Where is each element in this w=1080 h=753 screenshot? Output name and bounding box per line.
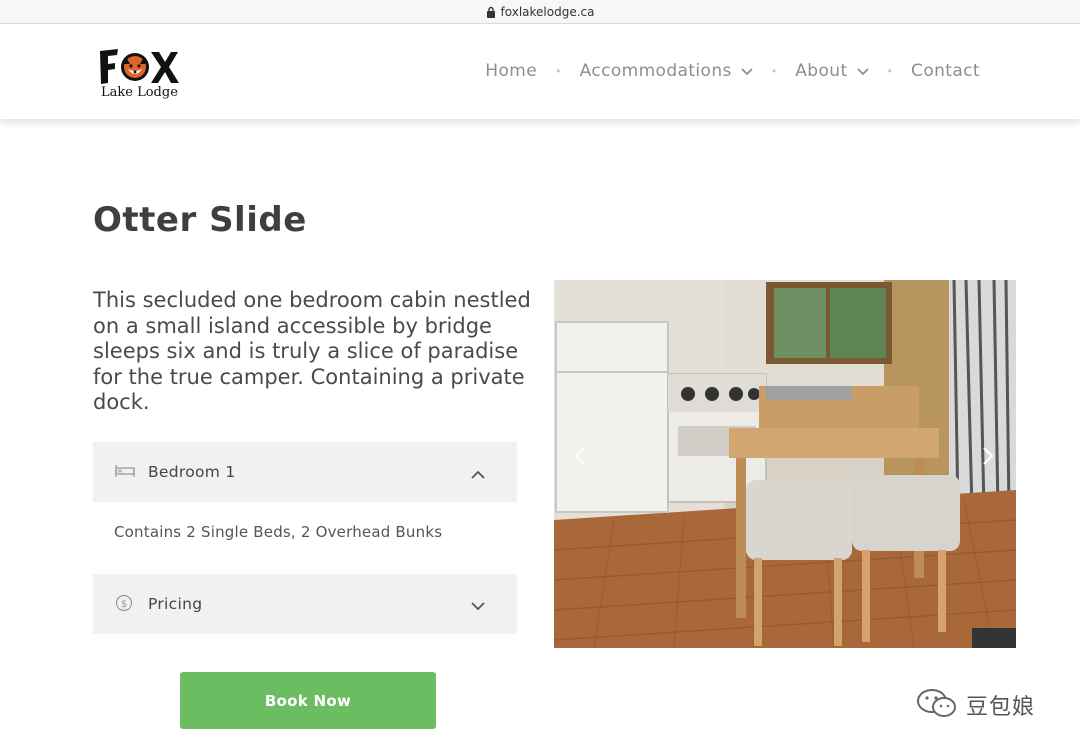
- browser-url-text: foxlakelodge.ca: [500, 4, 595, 19]
- nav-separator: •: [770, 64, 778, 78]
- cabin-description: This secluded one bedroom cabin nestled …: [93, 288, 531, 414]
- wechat-icon: [916, 688, 958, 722]
- nav-about[interactable]: About: [795, 61, 869, 81]
- site-header: Lake Lodge Home • Accommodations • About…: [0, 25, 1080, 119]
- book-now-button[interactable]: Book Now: [180, 672, 436, 729]
- watermark: 豆包娘: [916, 688, 1035, 722]
- nav-separator: •: [886, 64, 894, 78]
- chevron-up-icon: [471, 464, 485, 483]
- accordion-bedroom-content: Contains 2 Single Beds, 2 Overhead Bunks: [114, 523, 443, 541]
- cabin-kitchen-photo: [554, 280, 1016, 648]
- nav-contact[interactable]: Contact: [911, 61, 980, 81]
- site-logo[interactable]: Lake Lodge: [96, 45, 186, 107]
- chevron-down-icon: [741, 61, 753, 81]
- accordion-pricing-label: Pricing: [148, 595, 203, 613]
- chevron-right-icon[interactable]: [982, 446, 994, 470]
- accordion-bedroom-label: Bedroom 1: [148, 463, 236, 481]
- bed-icon: [115, 462, 135, 484]
- chevron-down-icon: [856, 61, 869, 81]
- main-nav: Home • Accommodations • About • Contact: [485, 61, 980, 81]
- chevron-left-icon[interactable]: [574, 446, 586, 470]
- accordion-pricing-header[interactable]: $ Pricing: [93, 574, 517, 634]
- chevron-down-icon: [471, 596, 485, 615]
- logo-subtitle: Lake Lodge: [101, 85, 178, 100]
- svg-text:$: $: [121, 599, 127, 610]
- page-title: Otter Slide: [93, 200, 307, 240]
- accordion-bedroom-header[interactable]: Bedroom 1: [93, 442, 517, 502]
- nav-home[interactable]: Home: [485, 61, 537, 81]
- watermark-text: 豆包娘: [966, 695, 1036, 720]
- dollar-icon: $: [115, 594, 133, 616]
- nav-separator: •: [555, 64, 562, 78]
- lock-icon: [486, 6, 496, 18]
- browser-url-bar[interactable]: foxlakelodge.ca: [0, 0, 1080, 24]
- cabin-photo-carousel[interactable]: [554, 280, 1016, 648]
- nav-accommodations[interactable]: Accommodations: [580, 61, 753, 81]
